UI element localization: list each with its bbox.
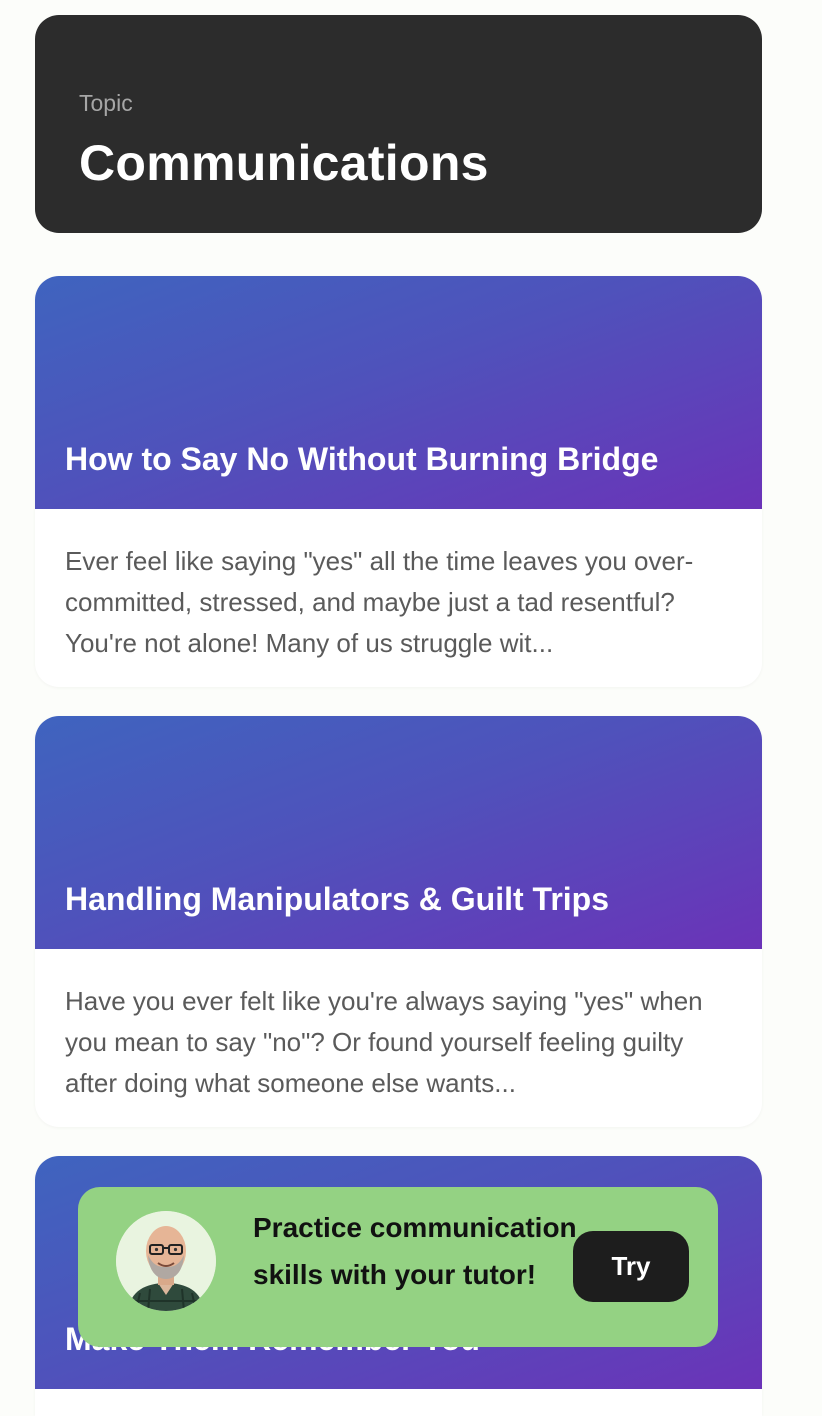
try-button[interactable]: Try: [573, 1231, 689, 1302]
tutor-avatar-icon: [116, 1211, 216, 1311]
article-excerpt: Ever feel like saying "yes" all the time…: [65, 546, 694, 658]
topic-label: Topic: [79, 90, 133, 116]
article-banner: Handling Manipulators & Guilt Trips: [35, 716, 762, 949]
article-summary: Ever feel like saying "yes" all the time…: [35, 509, 762, 687]
tutor-promo-banner[interactable]: Practice communication skills with your …: [78, 1187, 718, 1347]
article-card[interactable]: Handling Manipulators & Guilt Trips Have…: [35, 716, 762, 1127]
article-banner: How to Say No Without Burning Bridge: [35, 276, 762, 509]
article-summary: Have you ever felt like you're always sa…: [35, 949, 762, 1127]
promo-text: Practice communication skills with your …: [253, 1212, 577, 1290]
article-excerpt: Have you ever felt like you're always sa…: [65, 986, 703, 1098]
article-card[interactable]: How to Say No Without Burning Bridge Eve…: [35, 276, 762, 687]
topic-header: Topic Communications: [35, 15, 762, 233]
article-title: How to Say No Without Burning Bridge: [65, 441, 659, 477]
article-title: Handling Manipulators & Guilt Trips: [65, 881, 610, 917]
page-title: Communications: [79, 135, 489, 191]
